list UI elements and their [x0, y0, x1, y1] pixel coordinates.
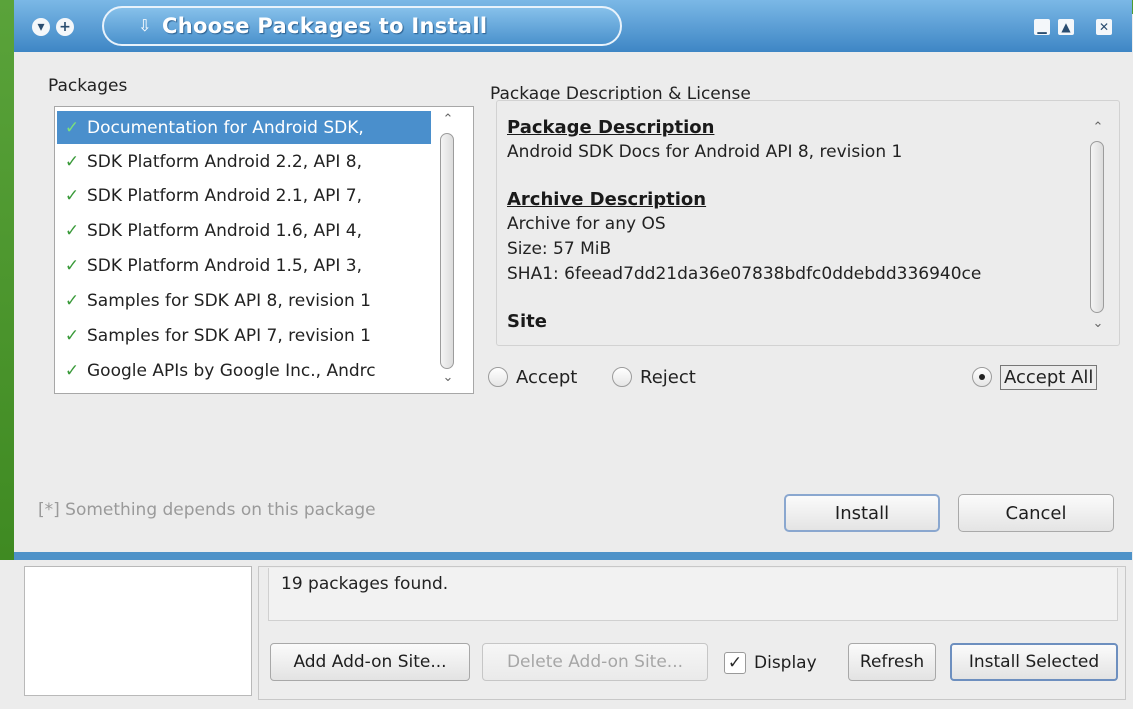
scroll-up-icon[interactable]: ⌃ — [1087, 119, 1109, 137]
package-description-heading: Package Description — [507, 117, 715, 138]
checkmark-icon: ✓ — [727, 653, 743, 673]
radio-selected-dot — [979, 374, 985, 380]
check-icon: ✓ — [64, 220, 80, 241]
menu-down-icon[interactable]: ▾ — [32, 18, 50, 36]
archive-description-heading: Archive Description — [507, 189, 707, 210]
list-item[interactable]: ✓ SDK Platform Android 1.6, API 4, — [57, 214, 431, 247]
dialog-title: Choose Packages to Install — [162, 14, 488, 38]
close-icon[interactable]: ✕ — [1096, 19, 1112, 35]
package-label: SDK Platform Android 2.1, API 7, — [87, 185, 363, 206]
choose-packages-dialog: ▾ + ⇩ Choose Packages to Install ▁ ▲ ✕ P… — [14, 0, 1132, 560]
reject-radio-option[interactable]: Reject — [612, 362, 696, 392]
package-label: Samples for SDK API 8, revision 1 — [87, 290, 371, 311]
reject-label: Reject — [640, 366, 696, 388]
display-checkbox-group[interactable]: ✓ Display — [724, 646, 817, 680]
refresh-button[interactable]: Refresh — [848, 643, 936, 681]
minimize-icon[interactable]: ▁ — [1034, 19, 1050, 35]
sidebar-list[interactable] — [24, 566, 252, 696]
check-icon: ✓ — [64, 255, 80, 276]
scroll-thumb[interactable] — [440, 133, 454, 369]
list-item[interactable]: ✓ Documentation for Android SDK, — [57, 111, 431, 144]
list-item[interactable]: ✓ Samples for SDK API 8, revision 1 — [57, 284, 431, 317]
archive-sha1-text: SHA1: 6feead7dd21da36e07838bdfc0ddebdd33… — [507, 264, 982, 284]
accept-all-label: Accept All — [1000, 364, 1098, 390]
package-label: SDK Platform Android 1.5, API 3, — [87, 255, 363, 276]
archive-size-text: Size: 57 MiB — [507, 239, 612, 259]
list-item[interactable]: ✓ SDK Platform Android 2.1, API 7, — [57, 179, 431, 212]
accept-label: Accept — [516, 366, 578, 388]
maximize-icon[interactable]: ▲ — [1058, 19, 1074, 35]
accept-radio[interactable] — [488, 367, 508, 387]
accept-all-radio[interactable] — [972, 367, 992, 387]
description-text: Package Description Android SDK Docs for… — [507, 115, 1077, 334]
list-item[interactable]: ✓ Google APIs by Google Inc., Andrc — [57, 354, 431, 387]
dialog-titlebar[interactable]: ▾ + ⇩ Choose Packages to Install ▁ ▲ ✕ — [14, 0, 1132, 52]
archive-os-text: Archive for any OS — [507, 214, 666, 234]
install-selected-button[interactable]: Install Selected — [950, 643, 1118, 681]
check-icon: ✓ — [64, 117, 80, 138]
package-label: Google APIs by Google Inc., Andrc — [87, 360, 376, 381]
accept-radio-option[interactable]: Accept — [488, 362, 577, 392]
scroll-down-icon[interactable]: ⌄ — [1087, 315, 1109, 333]
status-text: 19 packages found. — [281, 574, 449, 594]
window-frame-left — [0, 0, 14, 560]
site-heading: Site — [507, 311, 547, 332]
package-description-text: Android SDK Docs for Android API 8, revi… — [507, 142, 903, 162]
package-label: SDK Platform Android 2.2, API 8, — [87, 151, 363, 172]
package-label: SDK Platform Android 1.6, API 4, — [87, 220, 363, 241]
install-button[interactable]: Install — [784, 494, 940, 532]
delete-addon-site-button[interactable]: Delete Add-on Site... — [482, 643, 708, 681]
scroll-up-icon[interactable]: ⌃ — [437, 111, 459, 129]
check-icon: ✓ — [64, 360, 80, 381]
description-panel: Package Description Android SDK Docs for… — [496, 100, 1120, 346]
cancel-button[interactable]: Cancel — [958, 494, 1114, 532]
scroll-down-icon[interactable]: ⌄ — [437, 369, 459, 387]
display-label: Display — [754, 653, 817, 673]
status-area: 19 packages found. — [268, 568, 1118, 621]
package-label: Samples for SDK API 7, revision 1 — [87, 325, 371, 346]
sticky-plus-icon[interactable]: + — [56, 18, 74, 36]
accept-all-radio-option[interactable]: Accept All — [972, 362, 1098, 392]
add-addon-site-button[interactable]: Add Add-on Site... — [270, 643, 470, 681]
dependency-footnote: [*] Something depends on this package — [38, 500, 376, 520]
packages-scrollbar[interactable]: ⌃ ⌄ — [437, 107, 459, 393]
list-item[interactable]: ✓ SDK Platform Android 1.5, API 3, — [57, 249, 431, 282]
scroll-thumb[interactable] — [1090, 141, 1104, 313]
list-item[interactable]: ✓ SDK Platform Android 2.2, API 8, — [57, 145, 431, 178]
check-icon: ✓ — [64, 151, 80, 172]
reject-radio[interactable] — [612, 367, 632, 387]
check-icon: ✓ — [64, 290, 80, 311]
display-checkbox[interactable]: ✓ — [724, 652, 746, 674]
check-icon: ✓ — [64, 185, 80, 206]
description-scrollbar[interactable]: ⌃ ⌄ — [1087, 115, 1109, 339]
download-icon: ⇩ — [138, 16, 152, 35]
package-label: Documentation for Android SDK, — [87, 117, 364, 138]
title-tab: ⇩ Choose Packages to Install — [102, 6, 622, 46]
packages-list[interactable]: ✓ Documentation for Android SDK, ✓ SDK P… — [54, 106, 474, 394]
check-icon: ✓ — [64, 325, 80, 346]
list-item[interactable]: ✓ Samples for SDK API 7, revision 1 — [57, 319, 431, 352]
packages-group-label: Packages — [48, 76, 128, 96]
